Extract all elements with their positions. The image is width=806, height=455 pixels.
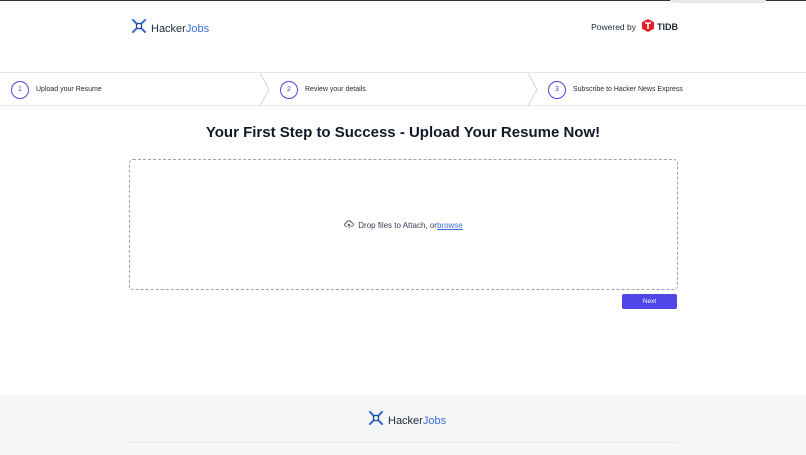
step-number: 3	[548, 80, 566, 99]
browse-link[interactable]: browse	[437, 221, 463, 230]
footer-divider	[129, 442, 678, 443]
step-separator-chevron-icon	[528, 73, 538, 106]
hackerjobs-logo-icon	[131, 18, 147, 39]
resume-dropzone[interactable]: Drop files to Attach, orbrowse	[129, 159, 678, 290]
step-number: 1	[11, 80, 29, 99]
powered-by: Powered by TIDB	[591, 19, 678, 34]
step-number: 2	[280, 80, 298, 99]
step-label: Upload your Resume	[36, 86, 102, 93]
tidb-logo[interactable]: TIDB	[642, 19, 678, 34]
powered-by-label: Powered by	[591, 21, 636, 32]
footer-logo[interactable]: HackerJobs	[368, 410, 446, 431]
step-label: Subscribe to Hacker News Express	[573, 86, 683, 93]
step-label: Review your details	[305, 86, 366, 93]
step-separator-chevron-icon	[260, 73, 270, 106]
dropzone-message: Drop files to Attach, orbrowse	[130, 219, 677, 231]
header-logo[interactable]: HackerJobs	[131, 18, 209, 39]
logo-text: HackerJobs	[151, 22, 210, 35]
step-subscribe[interactable]: 3 Subscribe to Hacker News Express	[548, 73, 683, 106]
page-title: Your First Step to Success - Upload Your…	[205, 124, 601, 141]
hackerjobs-logo-icon	[368, 410, 384, 431]
upload-cloud-icon	[344, 219, 355, 231]
tidb-logo-icon	[642, 19, 654, 34]
site-header: HackerJobs Powered by TIDB	[0, 0, 806, 56]
dropzone-text: Drop files to Attach, or	[358, 220, 437, 230]
tidb-logo-text: TIDB	[657, 21, 678, 32]
step-review-details[interactable]: 2 Review your details	[280, 73, 366, 106]
next-button[interactable]: Next	[622, 294, 677, 309]
site-footer: HackerJobs	[0, 395, 806, 455]
footer-logo-text: HackerJobs	[388, 414, 447, 427]
progress-steps: 1 Upload your Resume 2 Review your detai…	[0, 72, 806, 106]
step-upload-resume[interactable]: 1 Upload your Resume	[11, 73, 102, 106]
